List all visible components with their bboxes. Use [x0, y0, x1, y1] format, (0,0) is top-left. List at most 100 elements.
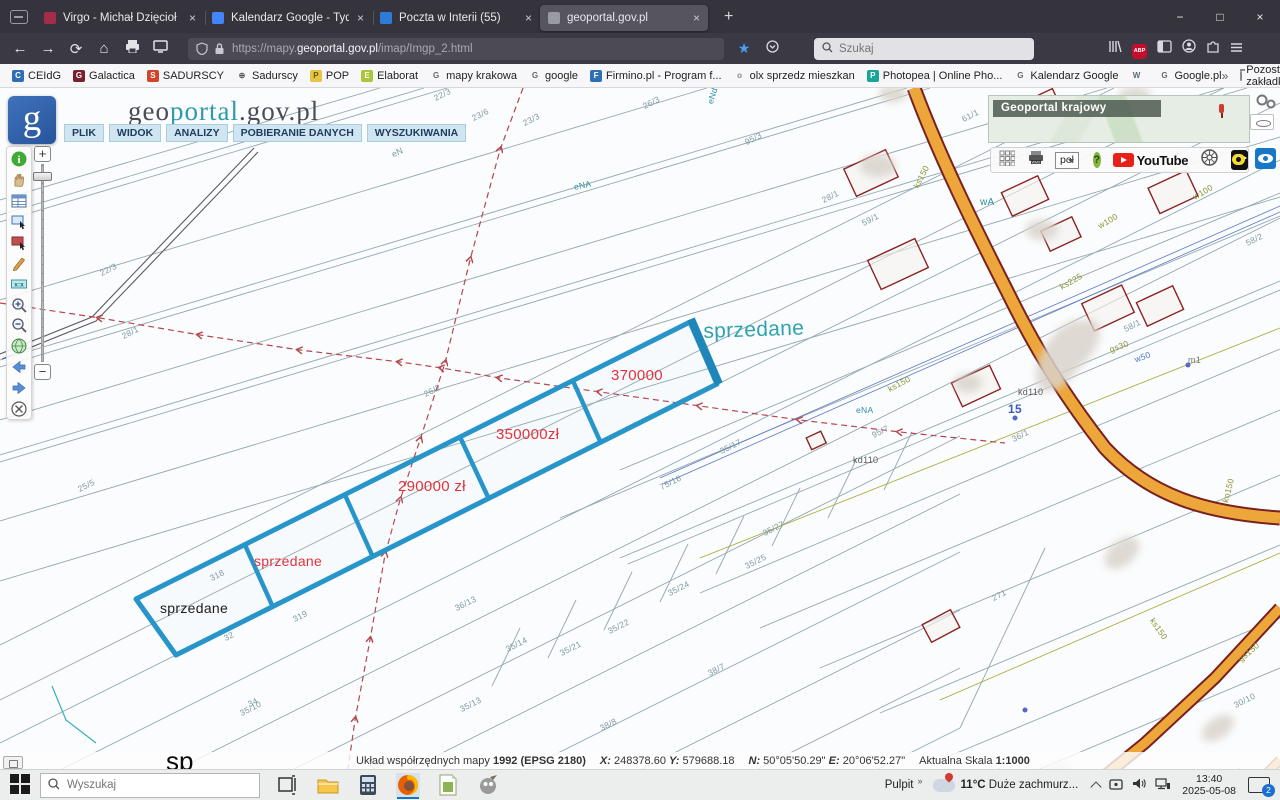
language-select[interactable]: pol — [1055, 152, 1079, 169]
tab-close-icon[interactable]: × — [187, 11, 198, 25]
address-bar[interactable]: https://mapy.geoportal.gov.pl/imap/Imgp_… — [188, 38, 724, 60]
tab-close-icon[interactable]: × — [355, 11, 366, 25]
clock-widget[interactable]: 13:402025-05-08 — [1182, 773, 1236, 797]
tab-virgo[interactable]: Virgo - Michał Dzięcioł × — [36, 5, 204, 31]
sidebar-icon[interactable] — [1157, 40, 1172, 58]
tab-mail[interactable]: Poczta w Interii (55) × — [372, 5, 540, 31]
collapsed-panel-icon[interactable] — [1250, 114, 1274, 130]
bookmark-item[interactable]: PPhotopea | Online Pho... — [867, 70, 1003, 82]
zoom-out-icon[interactable] — [10, 316, 28, 334]
next-view-icon[interactable] — [10, 379, 28, 397]
geoportal-logo[interactable]: g — [8, 96, 56, 144]
youtube-link[interactable]: YouTube — [1113, 153, 1189, 168]
window-maximize-button[interactable]: □ — [1200, 10, 1240, 24]
overview-minimap[interactable]: Geoportal krajowy — [988, 95, 1250, 143]
bookmark-item[interactable]: EElaborat — [361, 70, 418, 82]
legend-table-icon[interactable] — [10, 192, 28, 210]
tab-close-icon[interactable]: × — [523, 11, 534, 25]
visibility-eye-button[interactable] — [1255, 148, 1276, 169]
zoom-in-icon[interactable] — [10, 296, 28, 314]
desktop-peek-label[interactable]: Pulpit — [885, 779, 914, 791]
reload-icon[interactable]: ⟳ — [62, 40, 90, 58]
extension-icon[interactable] — [1206, 39, 1220, 58]
map-viewport[interactable]: sprzedane370000350000zł290000 złsprzedan… — [0, 88, 1280, 769]
screenshot-icon[interactable] — [146, 40, 174, 57]
select-rectangle-icon[interactable] — [10, 212, 28, 230]
menu-pobieranie-danych[interactable]: POBIERANIE DANYCH — [233, 124, 362, 142]
home-icon[interactable]: ⌂ — [90, 40, 118, 57]
deselect-rectangle-icon[interactable] — [10, 233, 28, 251]
menu-plik[interactable]: PLIK — [64, 124, 104, 142]
new-tab-button[interactable]: + — [718, 8, 739, 26]
bookmark-item[interactable]: W — [1130, 70, 1146, 82]
bookmark-star-icon[interactable]: ★ — [730, 40, 758, 57]
cadastral-map-canvas[interactable] — [0, 88, 1280, 769]
bookmark-item[interactable]: Gmapy krakowa — [430, 70, 517, 82]
zoom-in-button[interactable]: + — [34, 146, 51, 162]
network-icon[interactable] — [1155, 777, 1170, 793]
measure-pencil-icon[interactable] — [10, 254, 28, 272]
info-tool-icon[interactable]: i — [10, 150, 28, 168]
scale-tool-icon[interactable]: x:x — [10, 275, 28, 293]
bookmark-item[interactable]: oolx sprzedz mieszkan — [734, 70, 855, 82]
adblock-icon[interactable]: ABP — [1132, 39, 1147, 59]
task-view-icon[interactable] — [276, 773, 300, 797]
bookmark-item[interactable]: GGoogle.pl — [1158, 70, 1221, 82]
grid-view-icon[interactable] — [999, 150, 1015, 171]
window-minimize-button[interactable]: − — [1160, 10, 1200, 24]
bookmark-item[interactable]: Ggoogle — [529, 70, 578, 82]
back-icon[interactable]: ← — [6, 40, 34, 57]
settings-gears-icon[interactable] — [1254, 92, 1278, 110]
print-icon[interactable] — [118, 40, 146, 57]
bookmarks-overflow-chevron[interactable]: » — [1222, 69, 1229, 83]
account-icon[interactable] — [1182, 39, 1196, 58]
teams-tray-icon[interactable] — [1109, 777, 1123, 794]
start-button[interactable] — [10, 774, 32, 796]
menu-wyszukiwania[interactable]: WYSZUKIWANIA — [367, 124, 466, 142]
help-button[interactable]: ? — [1093, 152, 1101, 168]
tray-expand-chevron[interactable] — [1091, 781, 1102, 792]
other-bookmarks-button[interactable]: Pozostałe zakładki — [1246, 64, 1280, 88]
firefox-icon[interactable] — [396, 773, 420, 797]
bookmark-item[interactable]: GKalendarz Google — [1014, 70, 1118, 82]
tab-calendar[interactable]: Kalendarz Google - Tydzień, w × — [204, 5, 372, 31]
gimp-icon[interactable] — [476, 773, 500, 797]
wms-print-icon[interactable]: WMS — [1027, 150, 1045, 170]
full-extent-globe-icon[interactable] — [10, 337, 28, 355]
zoom-slider[interactable]: + − — [33, 146, 53, 396]
volume-icon[interactable] — [1132, 777, 1146, 793]
zoom-slider-handle[interactable] — [33, 172, 52, 181]
settings-wheel-icon[interactable] — [1200, 148, 1219, 172]
forward-icon[interactable]: → — [34, 40, 62, 57]
menu-icon[interactable] — [1230, 40, 1243, 58]
notification-center-icon[interactable]: 2 — [1248, 777, 1270, 793]
search-input[interactable] — [839, 43, 1009, 55]
calculator-icon[interactable] — [356, 773, 380, 797]
libreoffice-calc-icon[interactable] — [436, 773, 460, 797]
pocket-icon[interactable] — [758, 40, 786, 57]
menu-widok[interactable]: WIDOK — [109, 124, 161, 142]
tab-geoportal-active[interactable]: geoportal.gov.pl × — [540, 5, 708, 31]
taskbar-search-input[interactable] — [67, 779, 237, 791]
search-bar[interactable] — [814, 38, 1034, 60]
bookmark-item[interactable]: CCEIdG — [12, 70, 61, 82]
file-explorer-icon[interactable] — [316, 773, 340, 797]
clear-selection-icon[interactable] — [10, 400, 28, 418]
previous-view-icon[interactable] — [10, 358, 28, 376]
bookmark-item[interactable]: PPOP — [310, 70, 349, 82]
tab-close-icon[interactable]: × — [691, 11, 702, 25]
tab-list-icon[interactable] — [10, 10, 28, 24]
pan-hand-icon[interactable] — [10, 171, 28, 189]
bookmark-item[interactable]: FFirmino.pl - Program f... — [590, 70, 722, 82]
bookmark-item[interactable]: ⊕Sadurscy — [236, 70, 298, 82]
bookmark-item[interactable]: GGalactica — [73, 70, 135, 82]
taskbar-search[interactable] — [40, 773, 260, 798]
zoom-slider-track[interactable] — [41, 164, 44, 362]
weather-widget[interactable]: 11°C Duże zachmurz... — [933, 779, 1079, 792]
zoom-out-button[interactable]: − — [34, 364, 51, 380]
library-icon[interactable] — [1108, 40, 1122, 58]
bookmark-item[interactable]: SSADURSCY — [147, 70, 224, 82]
accessibility-contrast-button[interactable] — [1231, 150, 1248, 170]
window-close-button[interactable]: × — [1240, 10, 1280, 24]
menu-analizy[interactable]: ANALIZY — [166, 124, 228, 142]
